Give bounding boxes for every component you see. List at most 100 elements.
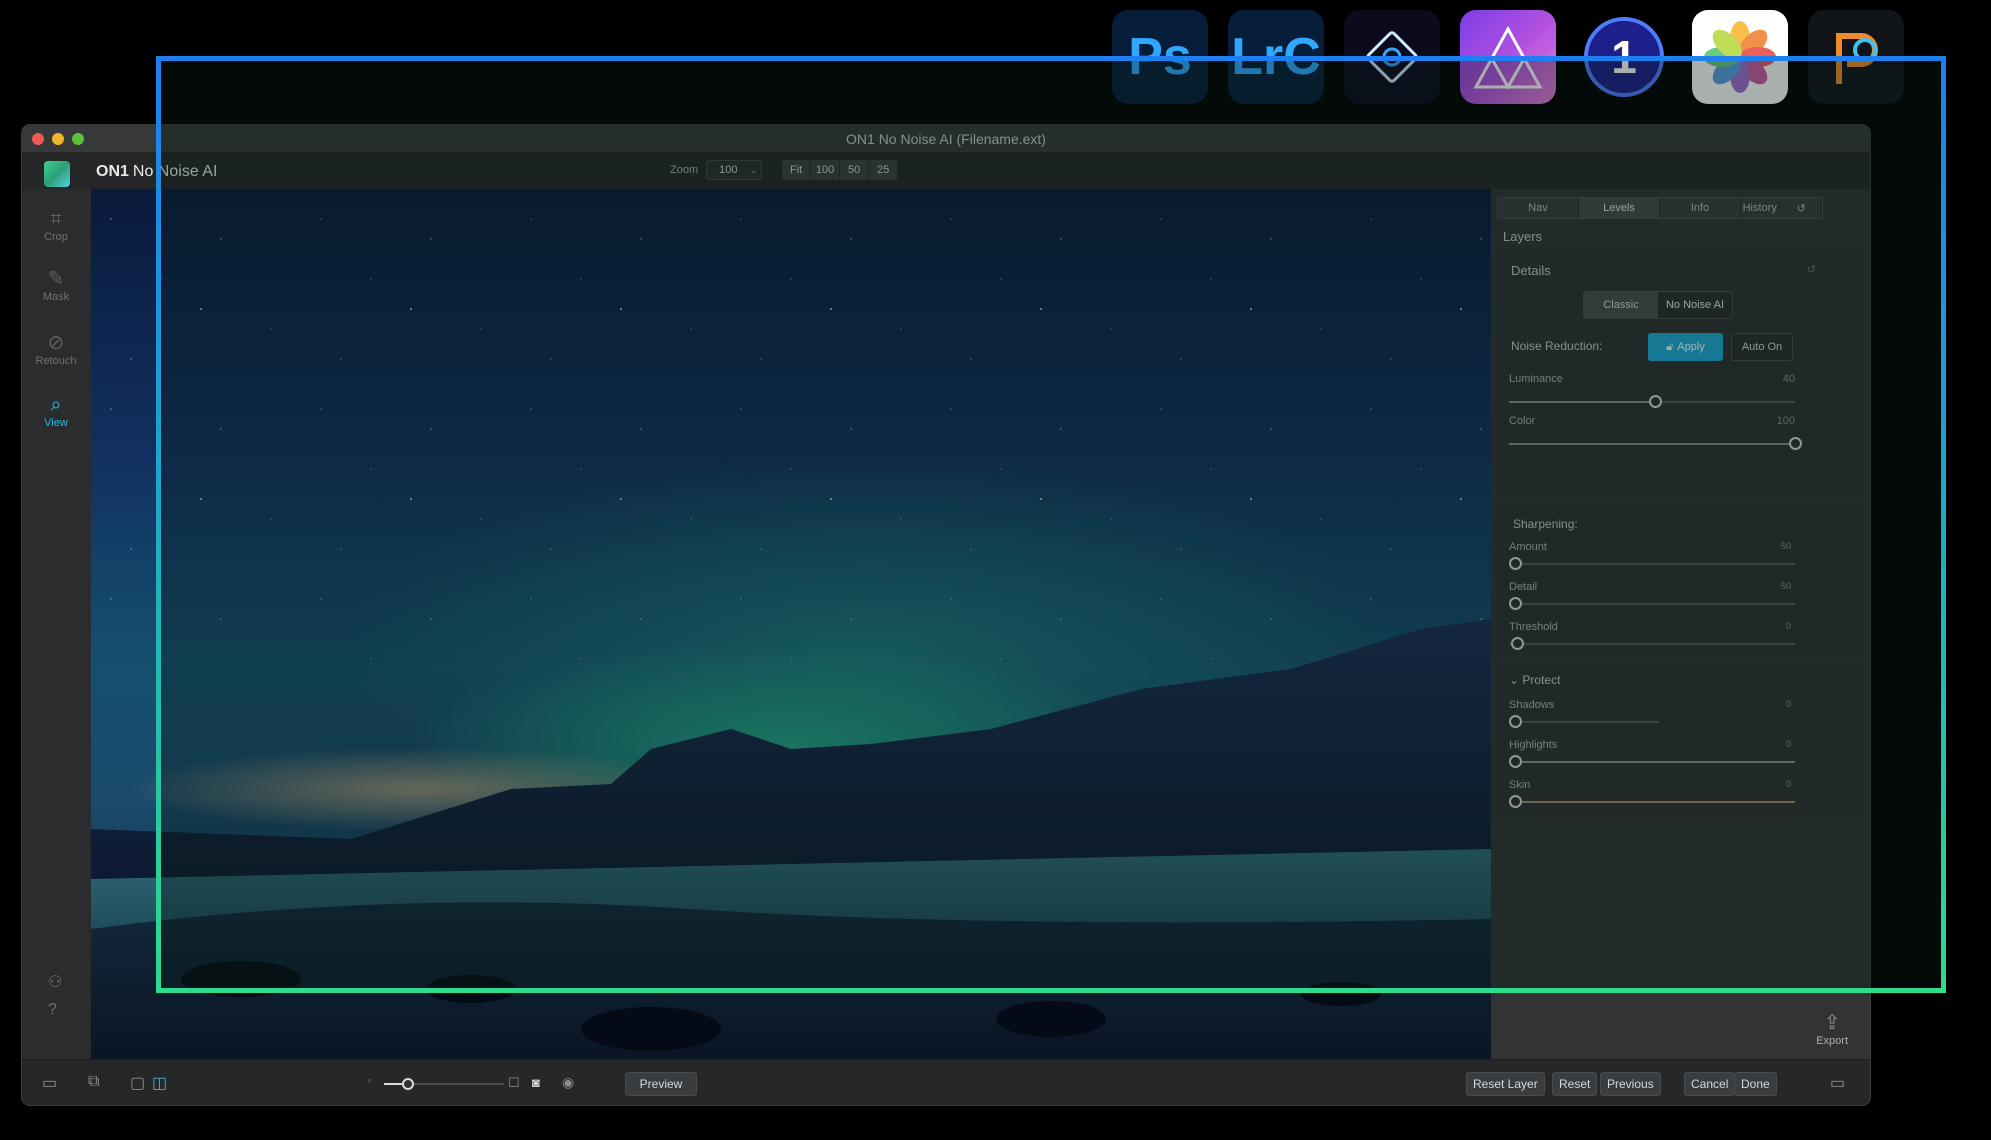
app-name: ON1 No Noise AI bbox=[96, 163, 218, 180]
skin-slider-thumb[interactable] bbox=[1509, 795, 1522, 808]
luminance-slider[interactable] bbox=[1509, 395, 1795, 408]
tool-mask[interactable]: ✎ Mask bbox=[22, 267, 90, 303]
done-button[interactable]: Done bbox=[1734, 1072, 1777, 1096]
minimize-window-button[interactable] bbox=[52, 133, 64, 145]
reset-layer-button[interactable]: Reset Layer bbox=[1466, 1072, 1545, 1096]
color-slider-thumb[interactable] bbox=[1789, 437, 1802, 450]
thumbnail-size-thumb[interactable] bbox=[402, 1078, 414, 1090]
app-window: ON1 No Noise AI (Filename.ext) ON1 No Noi… bbox=[22, 125, 1870, 1105]
details-reset-icon[interactable]: ↺ bbox=[1807, 263, 1816, 276]
help-icon[interactable]: ? bbox=[48, 1001, 57, 1019]
tool-crop-label: Crop bbox=[44, 231, 68, 243]
mode-classic[interactable]: Classic bbox=[1584, 292, 1658, 318]
preview-button[interactable]: Preview bbox=[625, 1072, 697, 1096]
auto-on-button[interactable]: Auto On bbox=[1731, 333, 1793, 361]
zoom-select[interactable]: 100 bbox=[706, 160, 763, 180]
svg-text:1: 1 bbox=[1611, 31, 1637, 83]
color-value: 100 bbox=[1776, 415, 1795, 427]
on1-logo-icon bbox=[44, 161, 70, 187]
highlights-slider-thumb[interactable] bbox=[1509, 755, 1522, 768]
title-bar: ON1 No Noise AI (Filename.ext) bbox=[22, 125, 1870, 153]
brush-icon: ✎ bbox=[47, 268, 65, 290]
tool-crop[interactable]: ⌗ Crop bbox=[22, 207, 90, 243]
mask-overlay-icon[interactable]: ◉ bbox=[562, 1074, 574, 1091]
amount-slider-thumb[interactable] bbox=[1509, 557, 1522, 570]
color-label: Color bbox=[1509, 415, 1536, 427]
window-controls bbox=[32, 133, 84, 145]
crop-icon: ⌗ bbox=[50, 208, 62, 230]
skin-value: 0 bbox=[1785, 779, 1791, 789]
tab-history[interactable]: History ↺ bbox=[1741, 198, 1822, 218]
tab-nav[interactable]: Nav bbox=[1498, 198, 1579, 218]
details-heading: Details bbox=[1511, 263, 1551, 278]
large-thumb-icon: ☐ bbox=[508, 1075, 520, 1090]
apple-photos-icon bbox=[1692, 10, 1788, 104]
tab-info[interactable]: Info bbox=[1660, 198, 1741, 218]
photo-studio-icon bbox=[1808, 10, 1904, 104]
photoshop-elements-icon bbox=[1344, 10, 1440, 104]
user-icon[interactable]: ⚇ bbox=[48, 972, 62, 992]
zoom-window-button[interactable] bbox=[72, 133, 84, 145]
thumbnail-size-slider[interactable] bbox=[384, 1078, 504, 1090]
zoom-100-button[interactable]: 100 bbox=[811, 160, 841, 180]
tool-view[interactable]: ⌕ View bbox=[22, 393, 90, 429]
panel-toggle-icon[interactable]: ▭ bbox=[1830, 1073, 1845, 1093]
tool-view-label: View bbox=[44, 417, 68, 429]
detail-slider[interactable] bbox=[1509, 597, 1795, 610]
amount-slider[interactable] bbox=[1509, 557, 1795, 570]
capture-one-icon: 1 bbox=[1576, 10, 1672, 104]
single-view-icon[interactable]: ▢ bbox=[130, 1073, 145, 1093]
export-label: Export bbox=[1816, 1035, 1848, 1047]
photo-canvas[interactable] bbox=[91, 189, 1491, 1059]
luminance-slider-thumb[interactable] bbox=[1649, 395, 1662, 408]
close-window-button[interactable] bbox=[32, 133, 44, 145]
protect-section: ⌄ Protect Shadows 0 Highlights 0 Skin 0 bbox=[1497, 663, 1864, 813]
skin-slider[interactable] bbox=[1509, 795, 1795, 808]
layers-label: Layers bbox=[1503, 229, 1543, 244]
amount-label: Amount bbox=[1509, 541, 1547, 553]
luminance-value: 40 bbox=[1782, 373, 1795, 385]
shadows-slider-thumb[interactable] bbox=[1509, 715, 1522, 728]
previous-button[interactable]: Previous bbox=[1600, 1072, 1661, 1096]
retouch-icon: ⊘ bbox=[47, 332, 65, 354]
sharpening-label: Sharpening: bbox=[1513, 517, 1578, 531]
tool-rail: ⌗ Crop ✎ Mask ⊘ Retouch ⌕ View ⚇ ? bbox=[22, 189, 90, 1059]
export-icon: ⇪ bbox=[1823, 1012, 1841, 1034]
reset-button[interactable]: Reset bbox=[1552, 1072, 1598, 1096]
small-thumb-icon: ▫ bbox=[368, 1076, 372, 1087]
shadows-slider[interactable] bbox=[1509, 715, 1659, 728]
chevron-down-icon: ⌄ bbox=[1509, 673, 1520, 687]
detail-slider-thumb[interactable] bbox=[1509, 597, 1522, 610]
color-slider[interactable] bbox=[1509, 437, 1802, 450]
cancel-button[interactable]: Cancel bbox=[1684, 1072, 1736, 1096]
bottom-toolbar: ▭ ⧉ ▢ ◫ ▫ ☐ ◙ ◉ Preview Reset Layer Rese… bbox=[22, 1059, 1870, 1105]
zoom-25-button[interactable]: 25 bbox=[869, 160, 899, 180]
tool-mask-label: Mask bbox=[42, 291, 70, 303]
compare-icon[interactable]: ⧉ bbox=[88, 1073, 99, 1091]
noise-reduction-label: Noise Reduction: bbox=[1511, 339, 1603, 353]
highlights-slider[interactable] bbox=[1509, 755, 1795, 768]
threshold-slider[interactable] bbox=[1509, 637, 1795, 650]
landscape bbox=[91, 619, 1491, 1059]
detail-value: 50 bbox=[1780, 581, 1791, 591]
mode-no-noise-ai[interactable]: No Noise AI bbox=[1658, 292, 1732, 318]
sidebar-toggle-icon[interactable]: ▭ bbox=[42, 1073, 57, 1093]
apply-button[interactable]: 🔓︎ Apply bbox=[1648, 333, 1723, 361]
tool-retouch[interactable]: ⊘ Retouch bbox=[22, 331, 90, 367]
sharpening-section: Sharpening: Amount 50 Detail 50 Threshol… bbox=[1497, 505, 1864, 651]
zoom-label: Zoom bbox=[670, 164, 699, 176]
zoom-50-button[interactable]: 50 bbox=[840, 160, 870, 180]
protect-toggle[interactable]: ⌄ Protect bbox=[1509, 673, 1560, 687]
split-view-icon[interactable]: ◫ bbox=[152, 1073, 167, 1093]
shadows-value: 0 bbox=[1785, 699, 1791, 709]
panel-tabs: Nav Levels Info History ↺ bbox=[1497, 197, 1823, 219]
zoom-fit-button[interactable]: Fit bbox=[782, 160, 812, 180]
unlock-icon: 🔓︎ bbox=[1666, 340, 1674, 353]
export-button[interactable]: ⇪ Export bbox=[1816, 1010, 1848, 1047]
zoom-controls: Zoom 100 Fit 100 50 25 bbox=[670, 160, 899, 180]
details-section: Details ↺ Classic No Noise AI Noise Redu… bbox=[1497, 253, 1864, 493]
threshold-slider-thumb[interactable] bbox=[1511, 637, 1524, 650]
auto-icon[interactable]: ◙ bbox=[532, 1075, 540, 1090]
threshold-label: Threshold bbox=[1509, 621, 1558, 633]
tab-levels[interactable]: Levels bbox=[1579, 198, 1660, 218]
